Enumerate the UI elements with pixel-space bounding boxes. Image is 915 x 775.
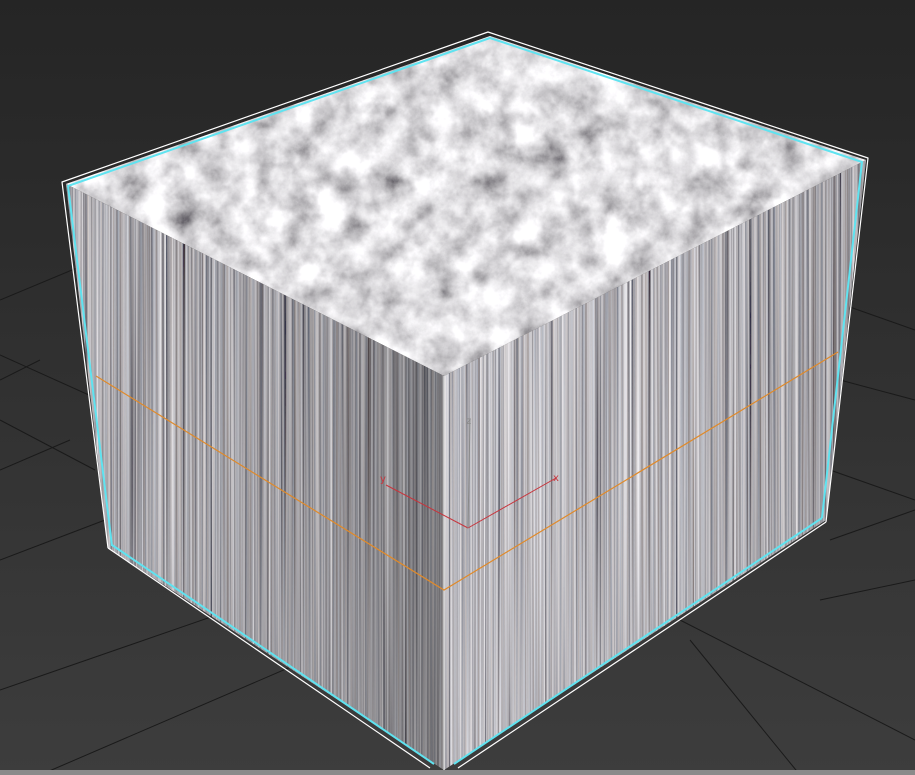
3d-viewport[interactable]: y x z [0, 0, 915, 775]
gizmo-axis-x-label: x [553, 473, 559, 484]
gizmo-axis-y-label: y [380, 474, 386, 485]
viewport-canvas[interactable]: y x z [0, 0, 915, 775]
gizmo-axis-z-label: z [466, 416, 471, 427]
viewport-bottom-bar [0, 770, 915, 775]
